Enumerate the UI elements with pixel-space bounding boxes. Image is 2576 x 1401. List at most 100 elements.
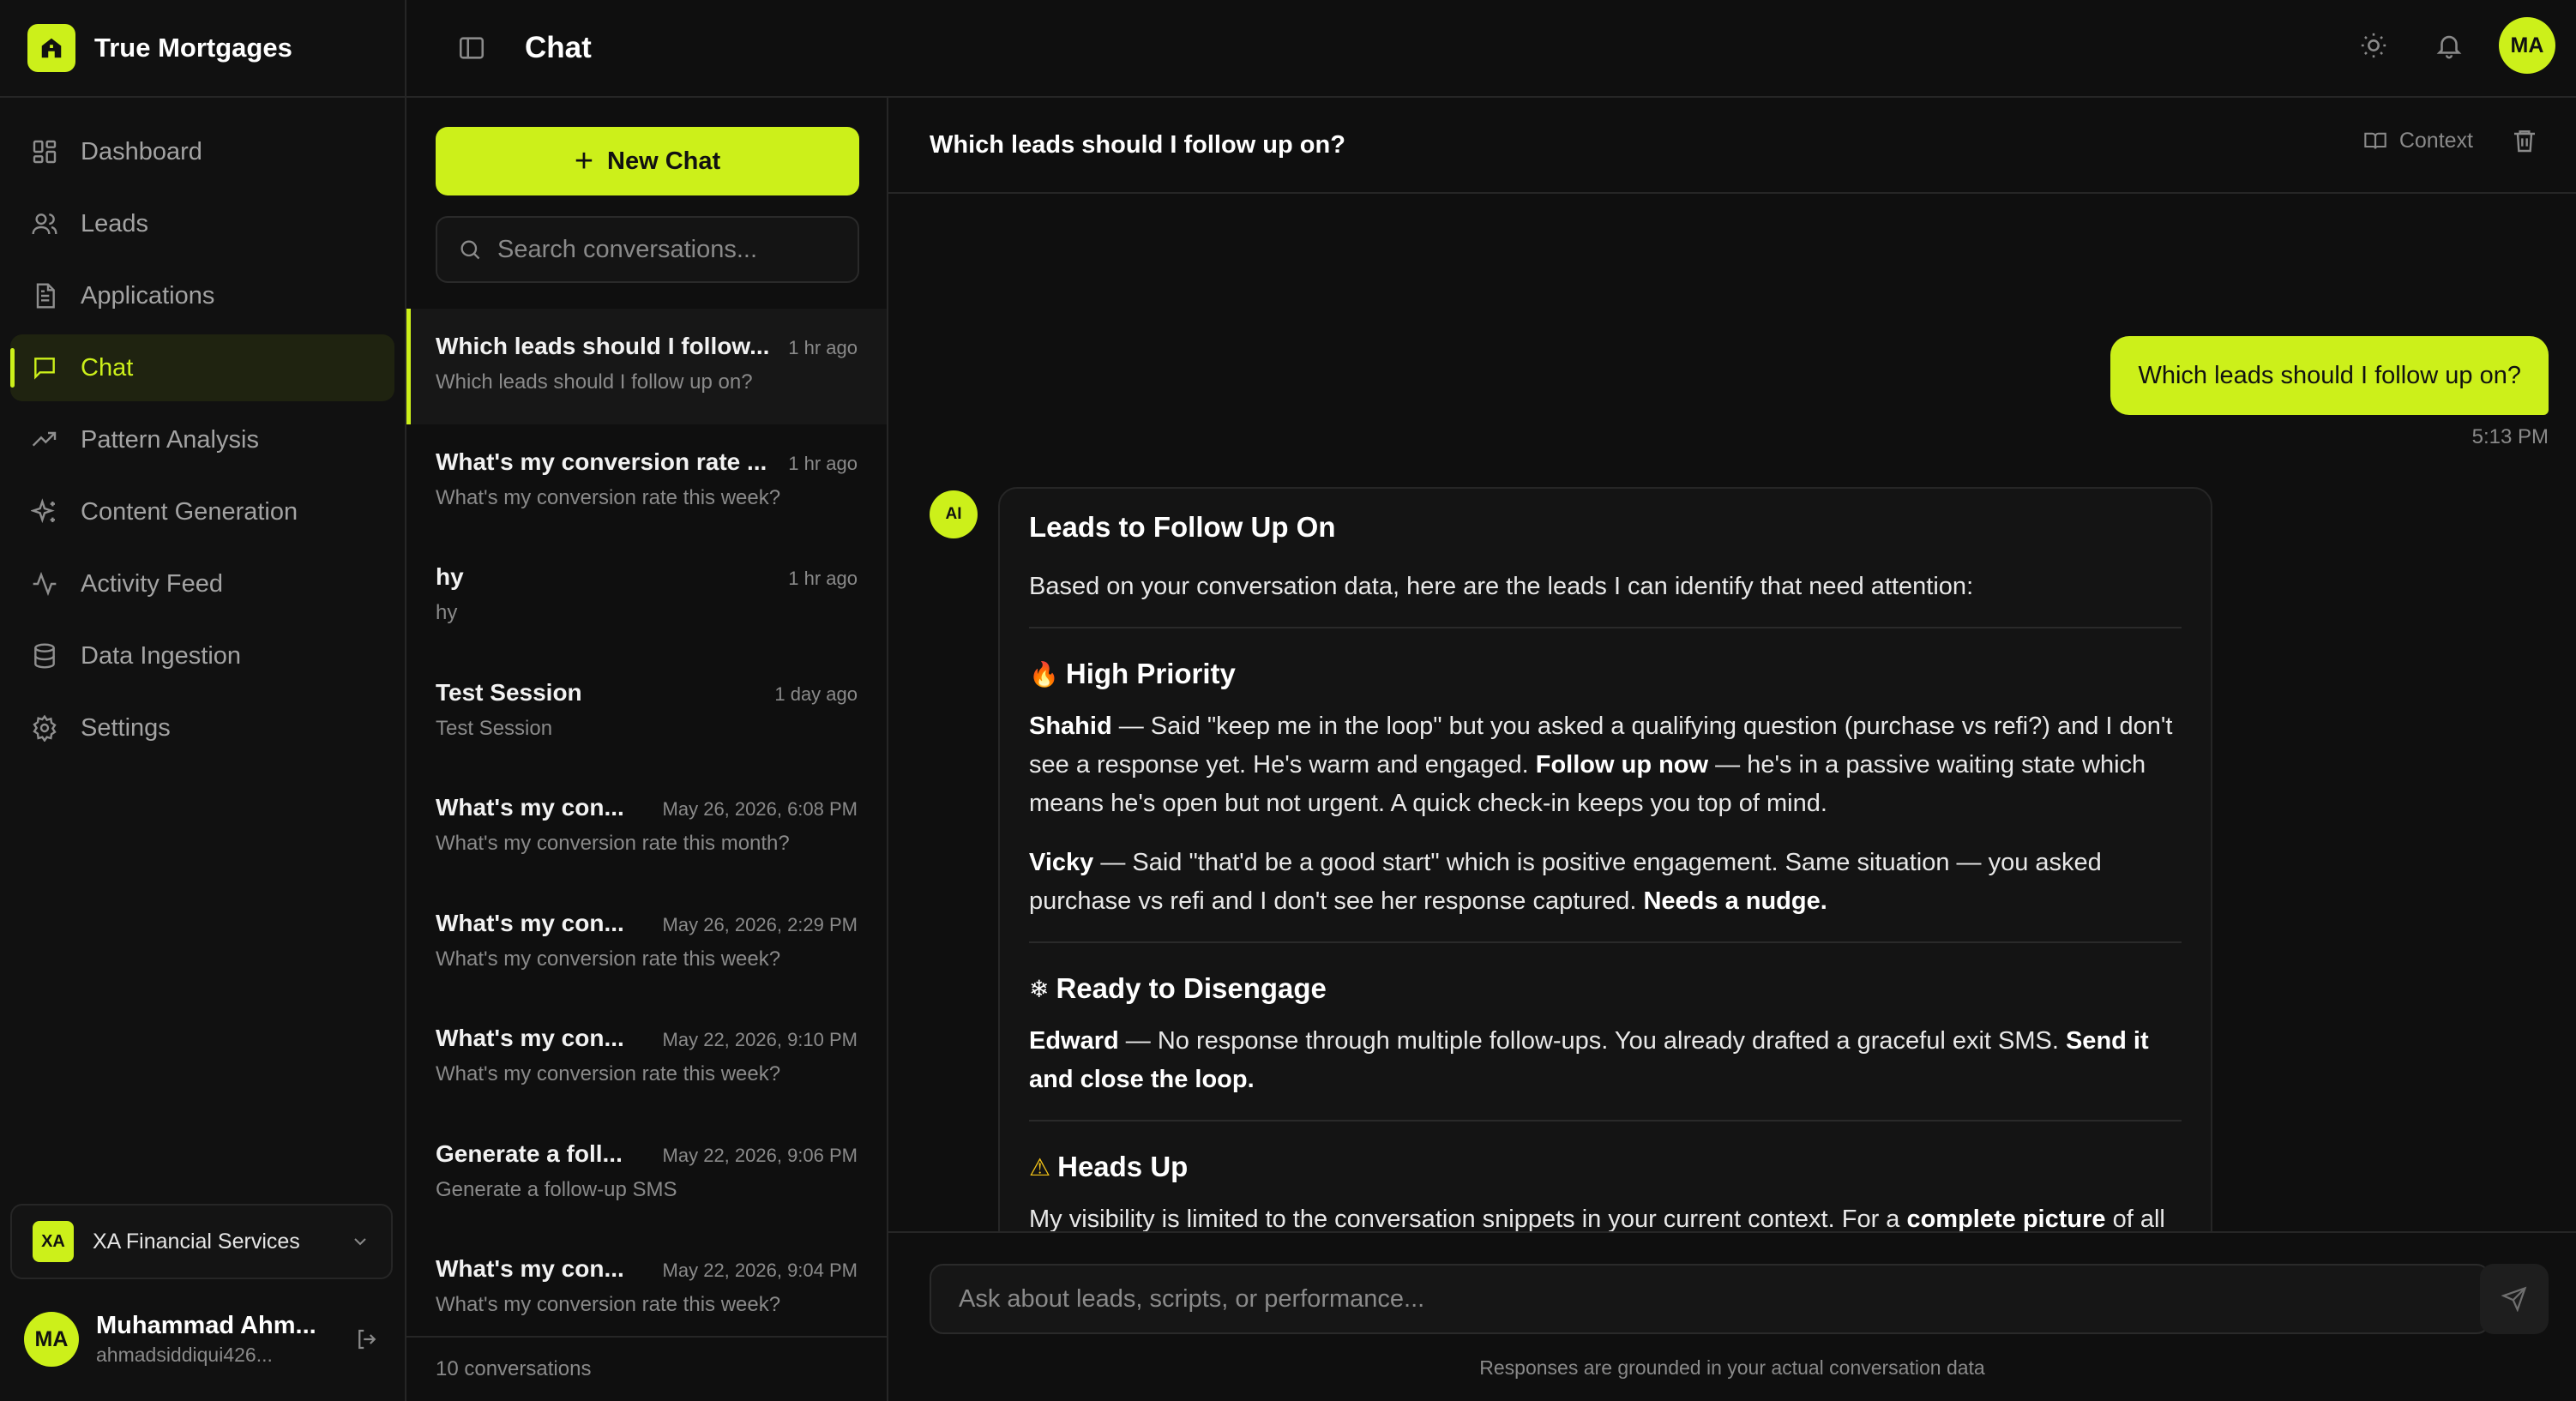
sidebar-item-content-generation[interactable]: Content Generation [10,478,394,545]
conversation-title: What's my con... [436,909,624,936]
lead-name: Edward [1029,1027,1119,1055]
sidebar-item-label: Settings [81,713,171,742]
page-title: Chat [525,31,592,64]
avatar[interactable]: MA [2499,17,2555,74]
conversation-time: May 22, 2026, 9:04 PM [662,1260,858,1281]
composer-note: Responses are grounded in your actual co… [1479,1356,1985,1379]
sidebar-item-settings[interactable]: Settings [10,694,394,761]
sidebar-item-applications[interactable]: Applications [10,262,394,329]
conversation-list-panel: + New Chat Which leads should I follow..… [406,98,888,1401]
sidebar-item-label: Content Generation [81,497,298,526]
brand[interactable]: True Mortgages [0,0,405,98]
sidebar-item-activity-feed[interactable]: Activity Feed [10,550,394,617]
sidebar-item-label: Leads [81,209,149,238]
context-button[interactable]: Context [2363,129,2473,153]
org-switcher[interactable]: XA XA Financial Services [10,1204,393,1279]
conversation-time: 1 hr ago [788,337,858,358]
conversation-preview: What's my conversion rate this week? [436,947,781,971]
message-timestamp: 5:13 PM [2471,425,2549,448]
top-actions: MA [2348,17,2555,74]
ai-intro: Based on your conversation data, here ar… [1029,573,1974,600]
context-label: Context [2398,128,2473,153]
divider [1029,1120,2182,1121]
section-title: High Priority [1065,658,1236,689]
section-heading: 🔥 High Priority [1029,658,2182,690]
org-badge: XA [33,1221,74,1262]
note-text: My visibility is limited to the conversa… [1029,1206,1907,1233]
conversation-count: 10 conversations [406,1336,887,1401]
conversation-preview: What's my conversion rate this week? [436,485,781,509]
avatar[interactable]: MA [24,1312,79,1367]
users-icon [29,208,60,239]
list-item[interactable]: What's my con... May 22, 2026, 9:10 PM Wh… [406,1001,887,1116]
lead-paragraph: Edward — No response through multiple fo… [1029,1022,2182,1099]
sidebar-item-label: Dashboard [81,137,202,165]
sun-icon[interactable] [2348,20,2399,71]
user-info: Muhammad Ahm... ahmadsiddiqui426... [96,1312,350,1367]
section-title: Ready to Disengage [1056,972,1327,1004]
logout-icon[interactable] [350,1322,384,1356]
sidebar-nav: Dashboard Leads Applications Chat Patter… [0,98,405,761]
conversation-preview: Which leads should I follow up on? [436,370,753,394]
lead-action: Needs a nudge. [1643,887,1827,915]
home-logo-icon [27,24,75,72]
sidebar-item-dashboard[interactable]: Dashboard [10,118,394,185]
list-item[interactable]: Generate a foll... May 22, 2026, 9:06 PM … [406,1116,887,1232]
sidebar-item-data-ingestion[interactable]: Data Ingestion [10,622,394,689]
divider [1029,627,2182,628]
search-icon [458,238,482,262]
gear-icon [29,713,60,743]
chat-icon [29,352,60,383]
book-icon [2363,129,2387,153]
conversation-preview: What's my conversion rate this week? [436,1293,781,1316]
new-chat-button[interactable]: + New Chat [436,127,859,195]
conversation-items: Which leads should I follow... 1 hr ago W… [406,309,887,1347]
conversation-time: 1 hr ago [788,568,858,589]
lead-name: Vicky [1029,849,1094,876]
section-title: Heads Up [1057,1151,1189,1182]
conversation-title: What's my con... [436,794,624,821]
plus-icon: + [574,143,594,179]
message-input[interactable] [930,1264,2490,1334]
conversation-time: 1 hr ago [788,452,858,474]
brand-name: True Mortgages [94,33,292,63]
lead-text: — No response through multiple follow-up… [1118,1027,2066,1055]
conversation-title: Which leads should I follow... [436,333,770,359]
list-item[interactable]: Which leads should I follow... 1 hr ago W… [406,309,887,424]
list-item[interactable]: What's my con... May 22, 2026, 9:04 PM Wh… [406,1231,887,1347]
user-email: ahmadsiddiqui426... [96,1344,273,1366]
conversation-time: May 26, 2026, 6:08 PM [662,798,858,820]
conversation-preview: Generate a follow-up SMS [436,1177,677,1201]
list-item[interactable]: hy 1 hr ago hy [406,539,887,655]
sidebar-item-pattern-analysis[interactable]: Pattern Analysis [10,406,394,473]
org-name: XA Financial Services [93,1229,300,1254]
conversation-title: Test Session [436,678,582,706]
composer: Responses are grounded in your actual co… [888,1231,2576,1401]
ai-avatar: AI [930,490,978,538]
list-item[interactable]: Test Session 1 day ago Test Session [406,655,887,771]
list-item[interactable]: What's my con... May 26, 2026, 2:29 PM Wh… [406,886,887,1001]
sidebar-item-chat[interactable]: Chat [10,334,394,401]
search-box [436,216,859,283]
list-item[interactable]: What's my conversion rate ... 1 hr ago Wh… [406,424,887,540]
sidebar-item-label: Chat [81,353,134,382]
conversation-title: hy [436,563,464,590]
note-bold: complete picture [1906,1206,2106,1233]
lead-text: — Said "that'd be a good start" which is… [1029,849,2102,915]
warning-icon: ⚠ [1029,1153,1051,1181]
dashboard-icon [29,136,60,167]
lead-paragraph: Vicky — Said "that'd be a good start" wh… [1029,844,2182,921]
sidebar-toggle-icon[interactable] [454,31,489,65]
list-item[interactable]: What's my con... May 26, 2026, 6:08 PM Wh… [406,770,887,886]
sidebar-item-label: Data Ingestion [81,641,242,670]
search-input[interactable] [497,235,840,264]
trash-icon[interactable] [2511,127,2538,154]
trend-icon [29,424,60,455]
user-message: Which leads should I follow up on? [2110,336,2549,415]
chat-header: Which leads should I follow up on? Conte… [888,98,2576,194]
bell-icon[interactable] [2423,20,2475,71]
sidebar-item-leads[interactable]: Leads [10,190,394,257]
chevron-down-icon [350,1231,370,1252]
send-button[interactable] [2480,1264,2549,1334]
sidebar-item-label: Applications [81,281,215,310]
